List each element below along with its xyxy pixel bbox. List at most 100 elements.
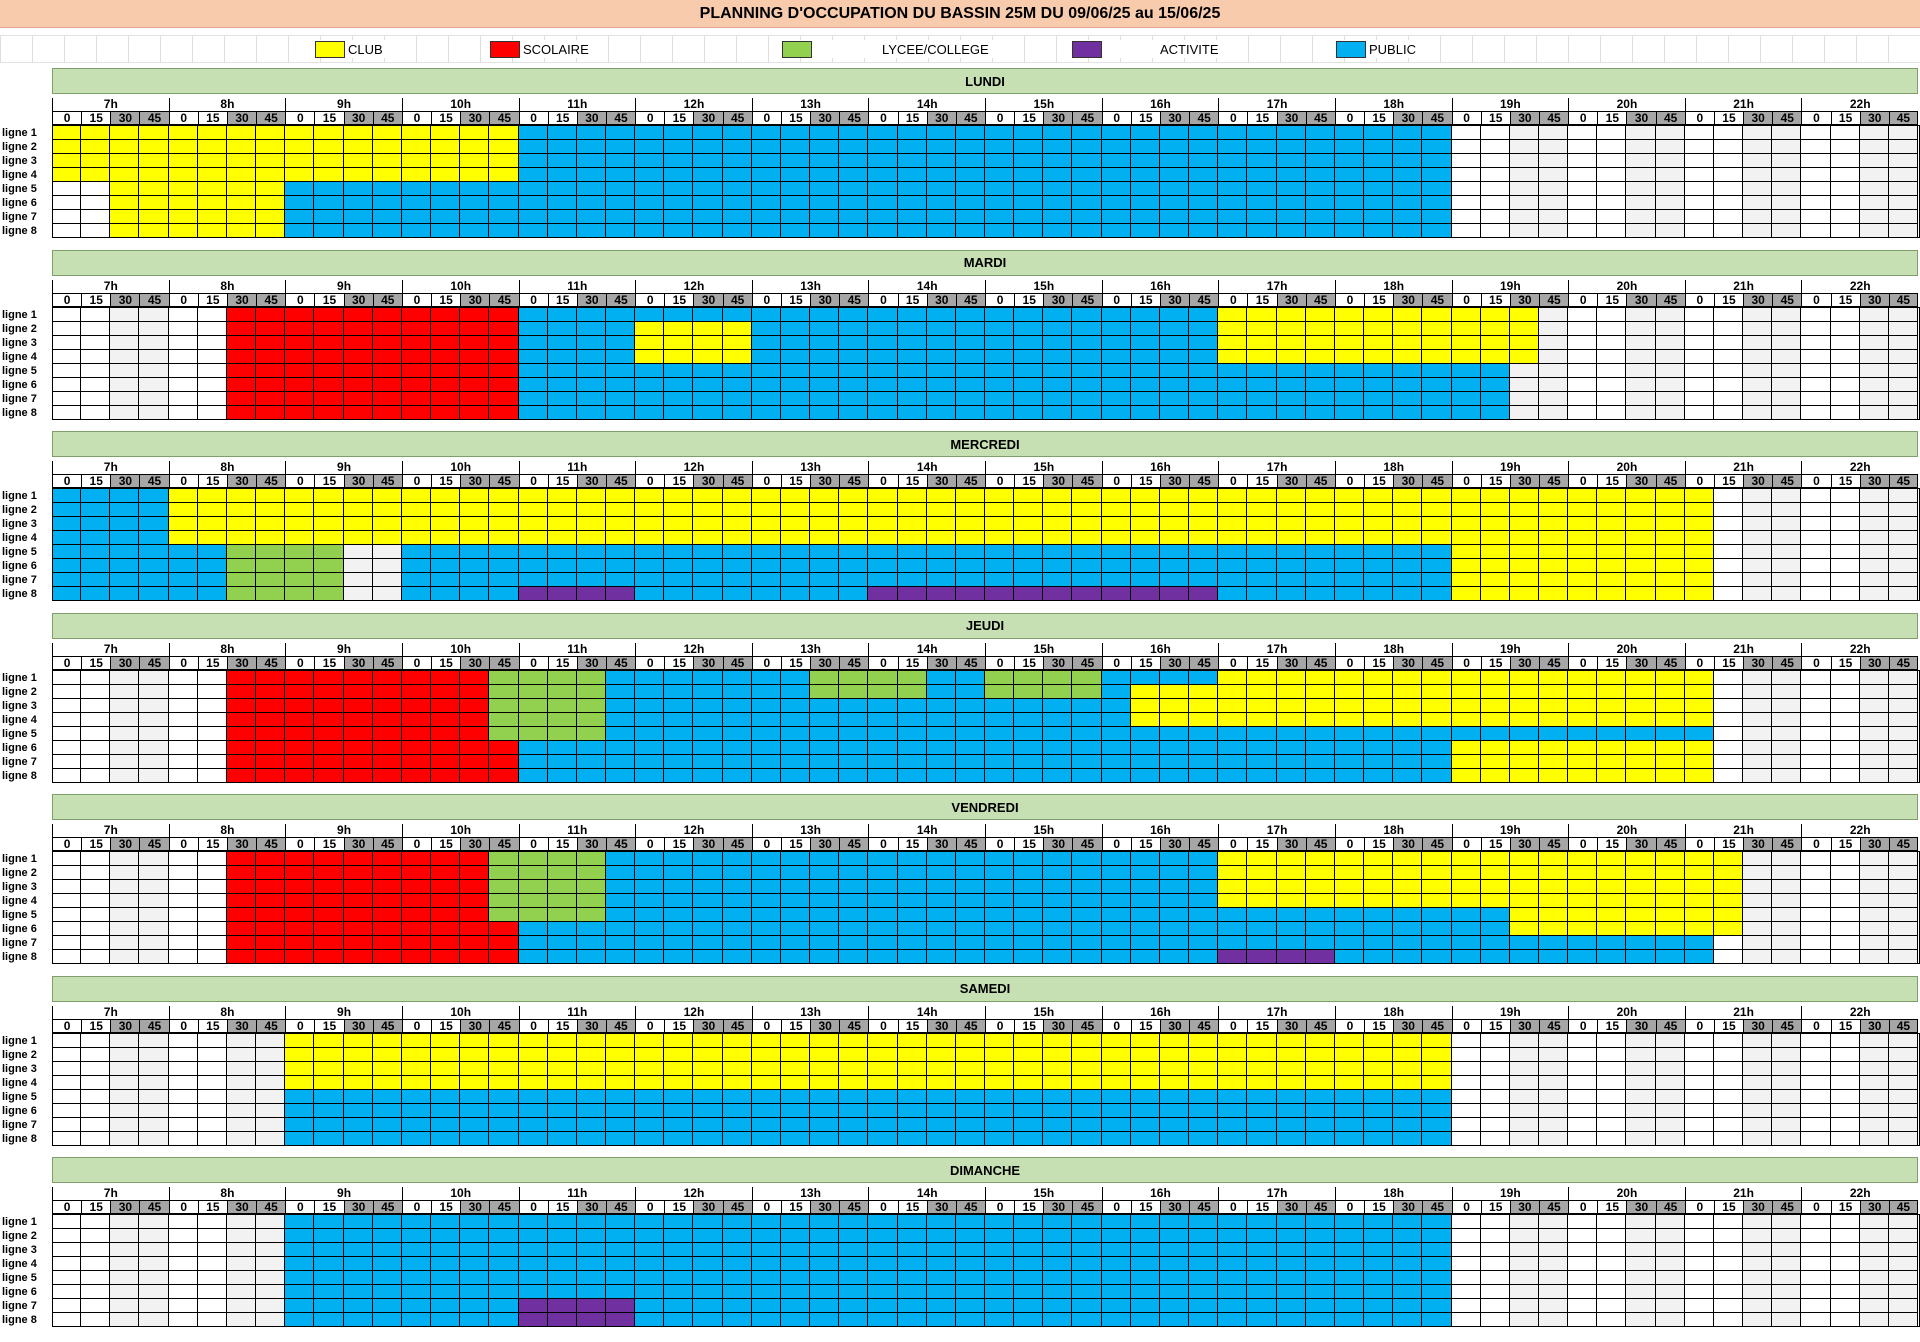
slot-cell[interactable] [489, 587, 519, 601]
slot-cell[interactable] [1072, 182, 1102, 196]
slot-cell[interactable] [926, 587, 956, 601]
slot-cell[interactable] [605, 307, 636, 322]
slot-cell[interactable] [401, 559, 432, 573]
slot-cell[interactable] [693, 908, 723, 922]
slot-cell[interactable] [1276, 1131, 1306, 1146]
slot-cell[interactable] [489, 922, 519, 936]
slot-cell[interactable] [372, 1089, 402, 1104]
slot-cell[interactable] [1713, 726, 1744, 741]
slot-cell[interactable] [576, 1061, 606, 1076]
slot-cell[interactable] [226, 1075, 257, 1090]
slot-cell[interactable] [1888, 154, 1918, 168]
slot-cell[interactable] [722, 545, 752, 559]
slot-cell[interactable] [372, 210, 402, 224]
slot-cell[interactable] [605, 1313, 636, 1327]
slot-cell[interactable] [810, 545, 840, 559]
slot-cell[interactable] [926, 1047, 956, 1062]
slot-cell[interactable] [81, 126, 111, 140]
slot-cell[interactable] [868, 517, 898, 531]
slot-cell[interactable] [1684, 922, 1714, 936]
slot-cell[interactable] [1888, 768, 1918, 783]
slot-cell[interactable] [576, 684, 606, 699]
slot-cell[interactable] [1772, 1243, 1802, 1257]
slot-cell[interactable] [1305, 698, 1335, 713]
slot-cell[interactable] [605, 321, 636, 336]
slot-cell[interactable] [110, 349, 140, 364]
slot-cell[interactable] [1189, 1229, 1219, 1243]
slot-cell[interactable] [1334, 1117, 1365, 1132]
slot-cell[interactable] [1451, 936, 1481, 950]
slot-cell[interactable] [1772, 196, 1802, 210]
slot-cell[interactable] [489, 489, 519, 503]
slot-cell[interactable] [664, 573, 694, 587]
slot-cell[interactable] [897, 894, 927, 908]
slot-cell[interactable] [1859, 866, 1889, 880]
slot-cell[interactable] [1538, 587, 1569, 601]
slot-cell[interactable] [1305, 1103, 1335, 1118]
slot-cell[interactable] [1859, 1285, 1889, 1299]
slot-cell[interactable] [576, 168, 606, 182]
slot-cell[interactable] [693, 852, 723, 866]
slot-cell[interactable] [693, 1103, 723, 1118]
slot-cell[interactable] [314, 307, 344, 322]
slot-cell[interactable] [605, 182, 636, 196]
slot-cell[interactable] [955, 168, 985, 182]
slot-cell[interactable] [605, 140, 636, 154]
slot-cell[interactable] [605, 880, 636, 894]
slot-cell[interactable] [1014, 349, 1044, 364]
slot-cell[interactable] [1830, 1047, 1860, 1062]
slot-cell[interactable] [110, 1285, 140, 1299]
slot-cell[interactable] [460, 1299, 490, 1313]
slot-cell[interactable] [868, 545, 898, 559]
slot-cell[interactable] [1713, 559, 1744, 573]
slot-cell[interactable] [1276, 1033, 1306, 1048]
slot-cell[interactable] [576, 740, 606, 755]
slot-cell[interactable] [197, 1285, 227, 1299]
slot-cell[interactable] [1364, 1313, 1394, 1327]
slot-cell[interactable] [547, 1047, 577, 1062]
slot-cell[interactable] [1655, 559, 1685, 573]
slot-cell[interactable] [635, 573, 665, 587]
slot-cell[interactable] [1655, 880, 1685, 894]
slot-cell[interactable] [372, 908, 402, 922]
slot-cell[interactable] [926, 852, 956, 866]
slot-cell[interactable] [635, 349, 665, 364]
slot-cell[interactable] [1276, 363, 1306, 378]
slot-cell[interactable] [1509, 517, 1539, 531]
slot-cell[interactable] [1509, 1229, 1539, 1243]
slot-cell[interactable] [431, 126, 461, 140]
slot-cell[interactable] [547, 196, 577, 210]
slot-cell[interactable] [1538, 1313, 1569, 1327]
slot-cell[interactable] [1189, 1215, 1219, 1229]
slot-cell[interactable] [226, 1033, 257, 1048]
slot-cell[interactable] [518, 154, 548, 168]
slot-cell[interactable] [1159, 1271, 1190, 1285]
slot-cell[interactable] [1772, 698, 1802, 713]
slot-cell[interactable] [1480, 335, 1510, 350]
slot-cell[interactable] [576, 126, 606, 140]
slot-cell[interactable] [81, 852, 111, 866]
slot-cell[interactable] [547, 852, 577, 866]
slot-cell[interactable] [839, 140, 869, 154]
slot-cell[interactable] [1509, 1061, 1539, 1076]
slot-cell[interactable] [401, 1061, 432, 1076]
slot-cell[interactable] [197, 503, 227, 517]
slot-cell[interactable] [926, 503, 956, 517]
slot-cell[interactable] [780, 196, 811, 210]
slot-cell[interactable] [751, 531, 781, 545]
slot-cell[interactable] [52, 503, 82, 517]
slot-cell[interactable] [780, 210, 811, 224]
slot-cell[interactable] [1247, 531, 1277, 545]
slot-cell[interactable] [460, 196, 490, 210]
slot-cell[interactable] [1364, 852, 1394, 866]
slot-cell[interactable] [1626, 1229, 1656, 1243]
slot-cell[interactable] [1305, 196, 1335, 210]
slot-cell[interactable] [722, 140, 752, 154]
slot-cell[interactable] [1101, 391, 1131, 406]
slot-cell[interactable] [1334, 196, 1365, 210]
slot-cell[interactable] [576, 531, 606, 545]
slot-cell[interactable] [751, 168, 781, 182]
slot-cell[interactable] [1830, 670, 1860, 685]
slot-cell[interactable] [780, 866, 811, 880]
slot-cell[interactable] [1276, 335, 1306, 350]
